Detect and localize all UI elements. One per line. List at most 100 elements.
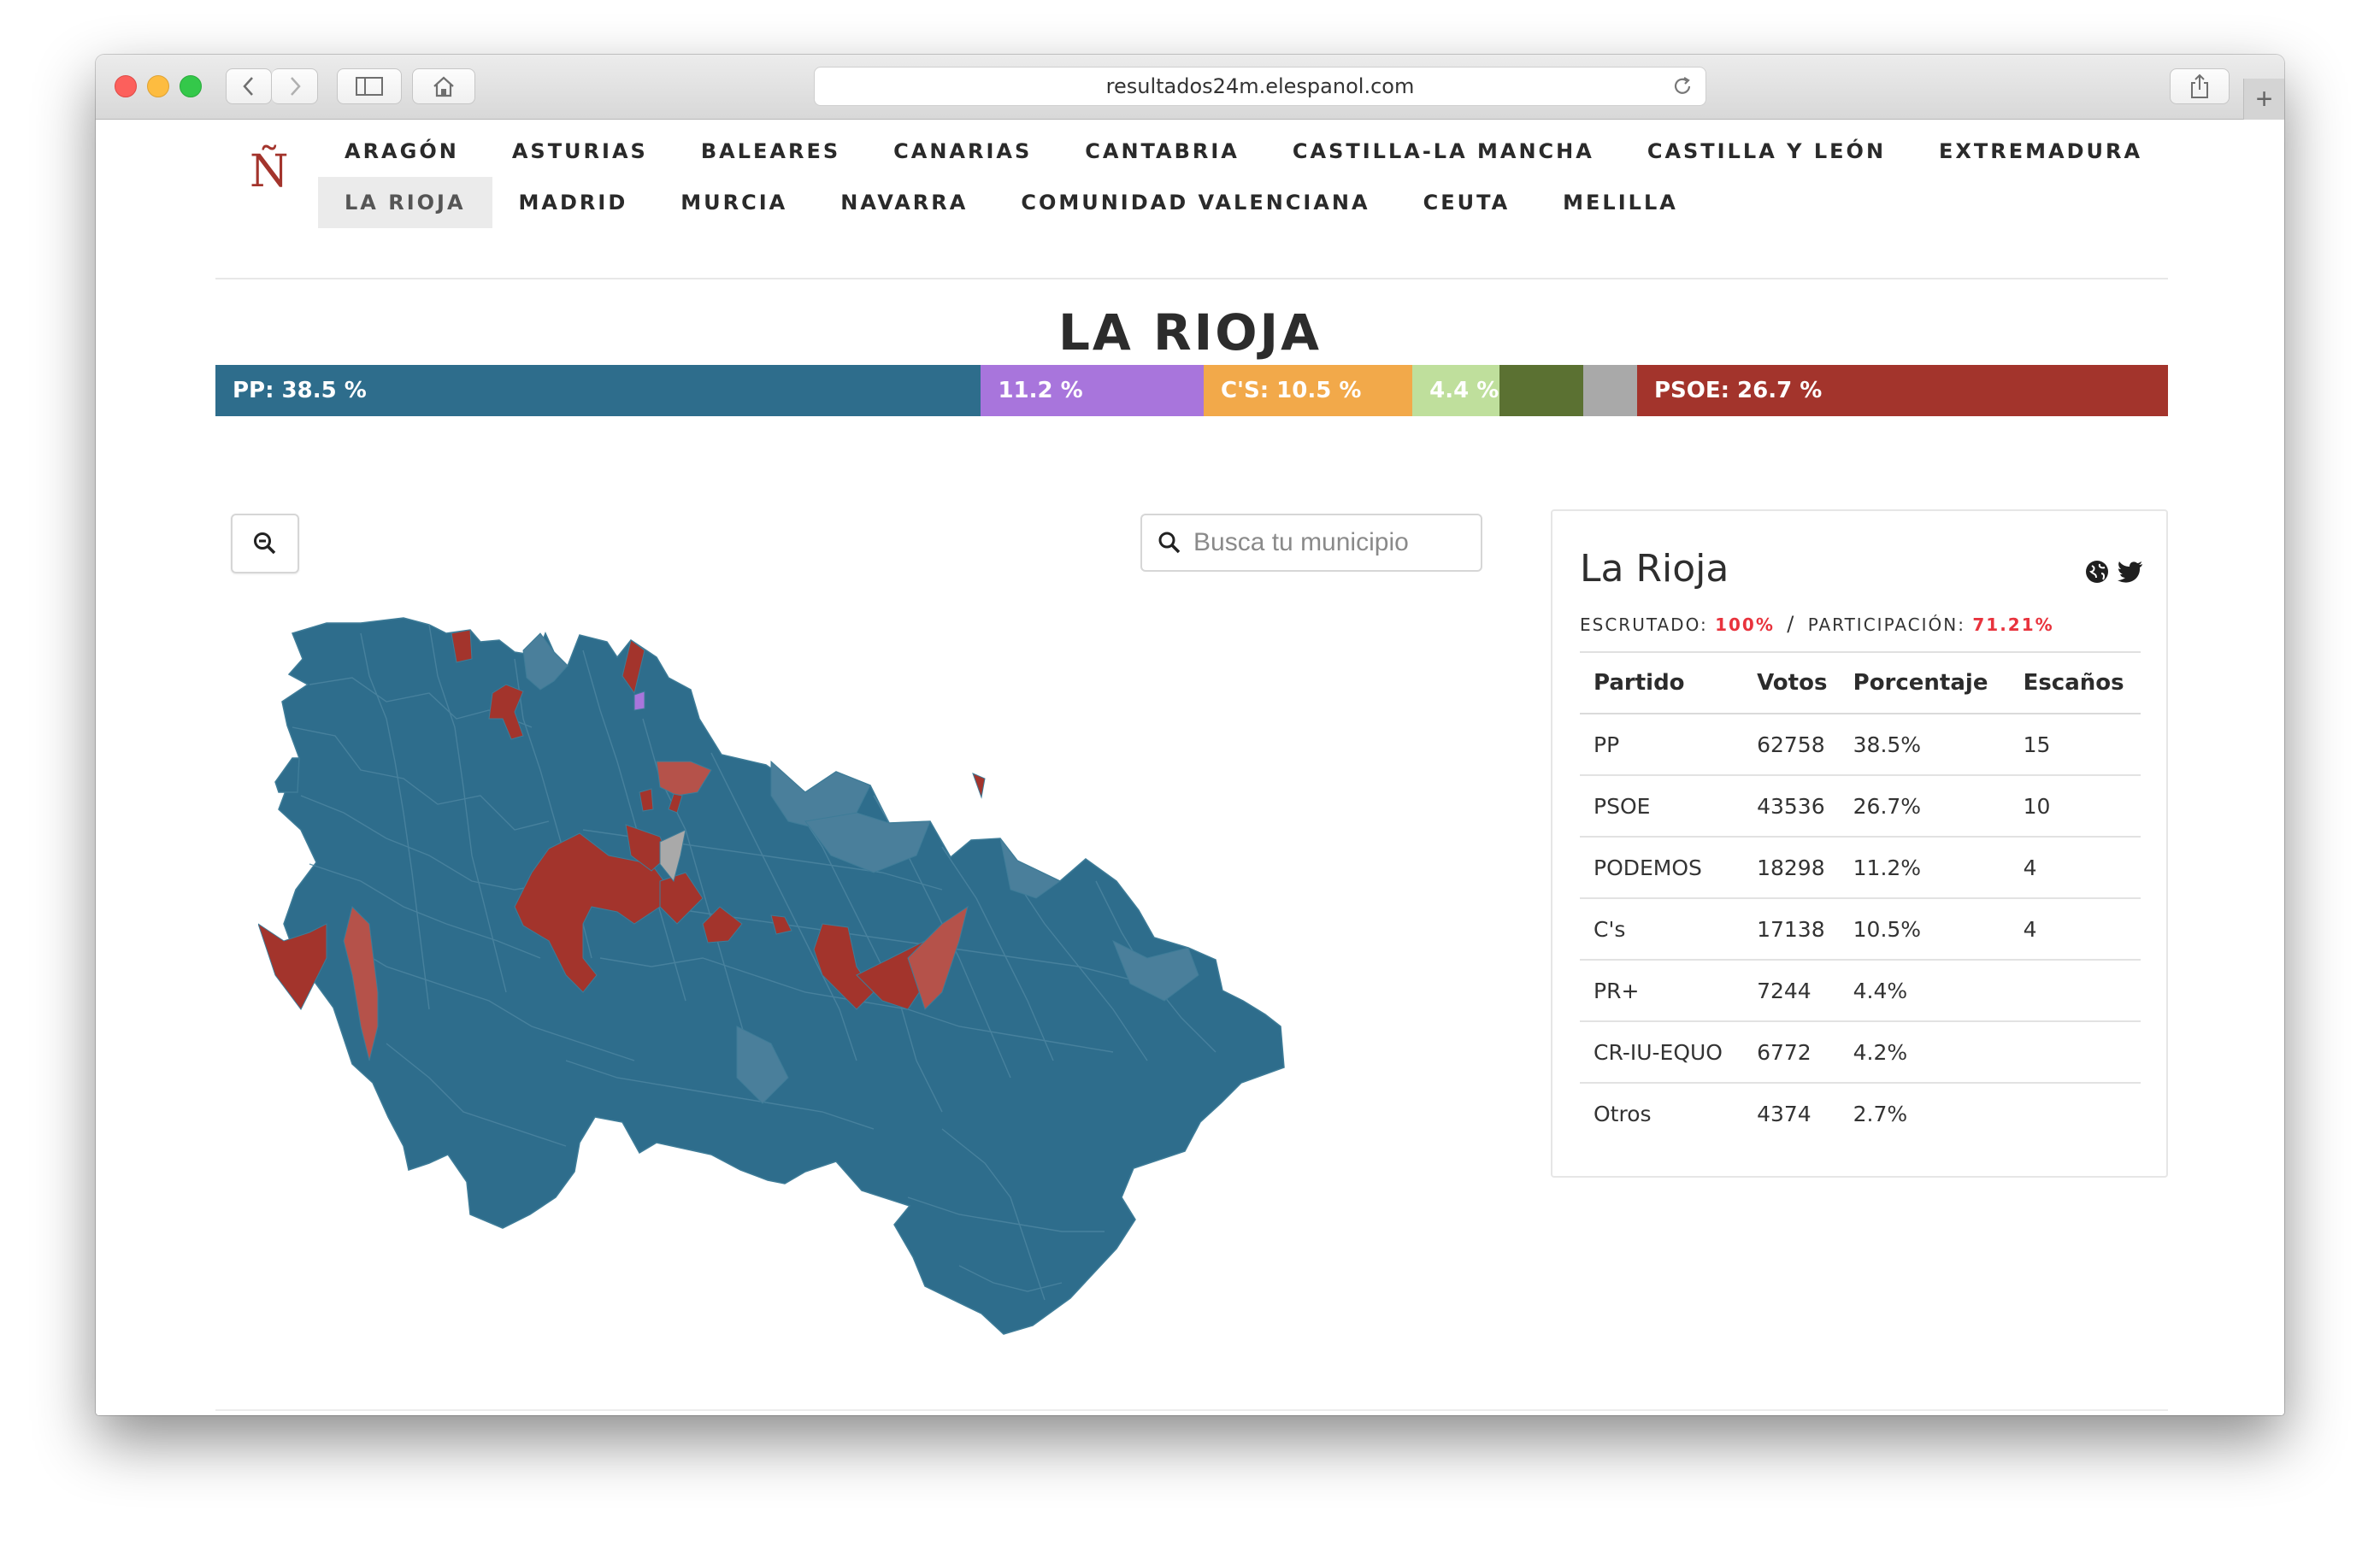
results-body: PP 62758 38.5% 15 PSOE 43536 26.7% 10 PODEMOS 182… bbox=[1580, 714, 2141, 1144]
column-header-porcentaje[interactable]: Porcentaje bbox=[1839, 651, 2010, 714]
map-region-psoe-east-dot[interactable] bbox=[972, 773, 986, 799]
scrutiny-stats: ESCRUTADO: 100% / PARTICIPACIÓN: 71.21% bbox=[1580, 612, 2054, 636]
back-button[interactable] bbox=[226, 68, 272, 104]
result-row-podemos[interactable]: PODEMOS 18298 11.2% 4 bbox=[1580, 837, 2141, 899]
minimize-window-button[interactable] bbox=[147, 75, 169, 97]
region-nav-row-2: LA RIOJA MADRID MURCIA NAVARRA COMUNIDAD VAL… bbox=[318, 177, 1705, 228]
nav-item-aragon[interactable]: ARAGÓN bbox=[318, 126, 486, 177]
vote-bar-segment-cr-iu-equo[interactable] bbox=[1499, 365, 1584, 416]
nav-item-la-rioja[interactable]: LA RIOJA bbox=[318, 177, 492, 228]
column-header-votos[interactable]: Votos bbox=[1743, 651, 1840, 714]
nav-item-madrid[interactable]: MADRID bbox=[492, 177, 655, 228]
participacion-value: 71.21% bbox=[1972, 614, 2054, 635]
vote-share-bar: PP: 38.5 % 11.2 % C'S: 10.5 % 4.4 % PSOE: 26… bbox=[215, 365, 2168, 416]
site-logo[interactable]: Ñ bbox=[250, 146, 289, 197]
search-icon bbox=[1158, 532, 1181, 554]
escrutado-label: ESCRUTADO: bbox=[1580, 614, 1708, 635]
results-map[interactable] bbox=[258, 599, 1558, 1415]
new-tab-button[interactable]: + bbox=[2243, 79, 2284, 120]
result-cell-percent: 11.2% bbox=[1839, 837, 2010, 899]
nav-item-cantabria[interactable]: CANTABRIA bbox=[1058, 126, 1266, 177]
result-cell-percent: 26.7% bbox=[1839, 775, 2010, 838]
zoom-out-icon bbox=[254, 532, 276, 555]
forward-button[interactable] bbox=[272, 68, 318, 104]
result-cell-votes: 62758 bbox=[1743, 714, 1840, 776]
nav-item-navarra[interactable]: NAVARRA bbox=[814, 177, 994, 228]
result-cell-votes: 7244 bbox=[1743, 960, 1840, 1022]
page-title: LA RIOJA bbox=[1057, 303, 1323, 362]
nav-item-comunidad-valenciana[interactable]: COMUNIDAD VALENCIANA bbox=[994, 177, 1396, 228]
nav-divider bbox=[215, 278, 2168, 279]
result-cell-party: PP bbox=[1580, 714, 1744, 776]
result-cell-party: PR+ bbox=[1580, 960, 1744, 1022]
zoom-window-button[interactable] bbox=[180, 75, 202, 97]
home-button[interactable] bbox=[412, 68, 475, 104]
result-cell-percent: 4.4% bbox=[1839, 960, 2010, 1022]
result-cell-votes: 43536 bbox=[1743, 775, 1840, 838]
twitter-icon[interactable] bbox=[2117, 559, 2144, 585]
browser-toolbar: resultados24m.elespanol.com + bbox=[96, 55, 2284, 120]
browser-window: resultados24m.elespanol.com + Ñ ARAGÓN AS… bbox=[96, 55, 2284, 1415]
address-bar[interactable]: resultados24m.elespanol.com bbox=[814, 67, 1706, 106]
result-cell-votes: 4374 bbox=[1757, 1102, 1812, 1126]
result-row-pr[interactable]: PR+ 7244 4.4% bbox=[1580, 960, 2141, 1022]
share-button[interactable] bbox=[2170, 68, 2230, 104]
result-cell-seats bbox=[2009, 960, 2141, 1022]
search-input[interactable] bbox=[1193, 528, 1476, 557]
result-cell-votes: 18298 bbox=[1743, 837, 1840, 899]
municipality-search[interactable] bbox=[1140, 514, 1482, 572]
reload-icon[interactable] bbox=[1671, 75, 1694, 103]
result-row-cr-iu-equo[interactable]: CR-IU-EQUO 6772 4.2% bbox=[1580, 1021, 2141, 1084]
result-cell-party: PSOE bbox=[1580, 775, 1744, 838]
vote-bar-segment-otros[interactable] bbox=[1583, 365, 1637, 416]
nav-item-ceuta[interactable]: CEUTA bbox=[1397, 177, 1537, 228]
result-cell-seats bbox=[2010, 1083, 2141, 1144]
page-content: Ñ ARAGÓN ASTURIAS BALEARES CANARIAS CANTABRI… bbox=[96, 121, 2284, 1415]
result-cell-party: PODEMOS bbox=[1580, 837, 1744, 899]
nav-item-baleares[interactable]: BALEARES bbox=[675, 126, 867, 177]
result-cell-seats: 10 bbox=[2009, 775, 2141, 838]
result-row-psoe[interactable]: PSOE 43536 26.7% 10 bbox=[1580, 775, 2141, 838]
sidebar-icon bbox=[356, 77, 383, 96]
nav-item-extremadura[interactable]: EXTREMADURA bbox=[1912, 126, 2169, 177]
vote-bar-segment-podemos[interactable]: 11.2 % bbox=[981, 365, 1204, 416]
results-table: Partido Votos Porcentaje Escaños PP 62758 38.… bbox=[1580, 651, 2141, 1144]
vote-bar-segment-psoe[interactable]: PSOE: 26.7 % bbox=[1636, 365, 2168, 416]
map-region-pp-exclave[interactable] bbox=[274, 757, 300, 793]
result-row-c-s[interactable]: C's 17138 10.5% 4 bbox=[1580, 898, 2141, 961]
globe-icon[interactable] bbox=[2084, 559, 2110, 585]
nav-item-asturias[interactable]: ASTURIAS bbox=[486, 126, 675, 177]
result-cell-seats: 4 bbox=[2009, 837, 2141, 899]
vote-bar-segment-pp[interactable]: PP: 38.5 % bbox=[215, 365, 981, 416]
vote-bar-segment-pr[interactable]: 4.4 % bbox=[1412, 365, 1500, 416]
footer-divider bbox=[215, 1409, 2168, 1411]
result-cell-percent: 2.7% bbox=[1853, 1102, 1908, 1126]
column-header-partido[interactable]: Partido bbox=[1580, 651, 1744, 714]
escrutado-value: 100% bbox=[1715, 614, 1775, 635]
close-window-button[interactable] bbox=[115, 75, 137, 97]
result-cell-party: Otros bbox=[1594, 1102, 1652, 1126]
nav-item-melilla[interactable]: MELILLA bbox=[1536, 177, 1705, 228]
region-nav-row-1: ARAGÓN ASTURIAS BALEARES CANARIAS CANTABRIA C… bbox=[318, 126, 2169, 177]
results-panel: La Rioja ESCRUTADO: 100% / PARTICIPACIÓN… bbox=[1551, 509, 2168, 1178]
chevron-left-icon bbox=[243, 77, 253, 96]
nav-item-canarias[interactable]: CANARIAS bbox=[867, 126, 1058, 177]
nav-item-murcia[interactable]: MURCIA bbox=[654, 177, 814, 228]
result-row-pp[interactable]: PP 62758 38.5% 15 bbox=[1580, 714, 2141, 776]
result-cell-party: CR-IU-EQUO bbox=[1580, 1021, 1744, 1084]
url-text: resultados24m.elespanol.com bbox=[1105, 74, 1415, 98]
result-cell-percent: 10.5% bbox=[1839, 898, 2010, 961]
column-header-escanos[interactable]: Escaños bbox=[2009, 651, 2141, 714]
result-row-otros[interactable]: Otros 4374 2.7% bbox=[1580, 1083, 2141, 1144]
results-header-row: Partido Votos Porcentaje Escaños bbox=[1580, 651, 2141, 714]
zoom-out-button[interactable] bbox=[231, 514, 299, 573]
sidebar-toggle-button[interactable] bbox=[337, 68, 402, 104]
result-cell-party: C's bbox=[1580, 898, 1744, 961]
nav-item-castilla-y-leon[interactable]: CASTILLA Y LEÓN bbox=[1621, 126, 1912, 177]
home-icon bbox=[433, 76, 454, 97]
panel-title: La Rioja bbox=[1580, 547, 1729, 591]
vote-bar-segment-c-s[interactable]: C'S: 10.5 % bbox=[1203, 365, 1413, 416]
map-region-podemos[interactable] bbox=[633, 691, 645, 711]
nav-item-castilla-la-mancha[interactable]: CASTILLA-LA MANCHA bbox=[1266, 126, 1621, 177]
result-cell-seats: 15 bbox=[2009, 714, 2141, 776]
